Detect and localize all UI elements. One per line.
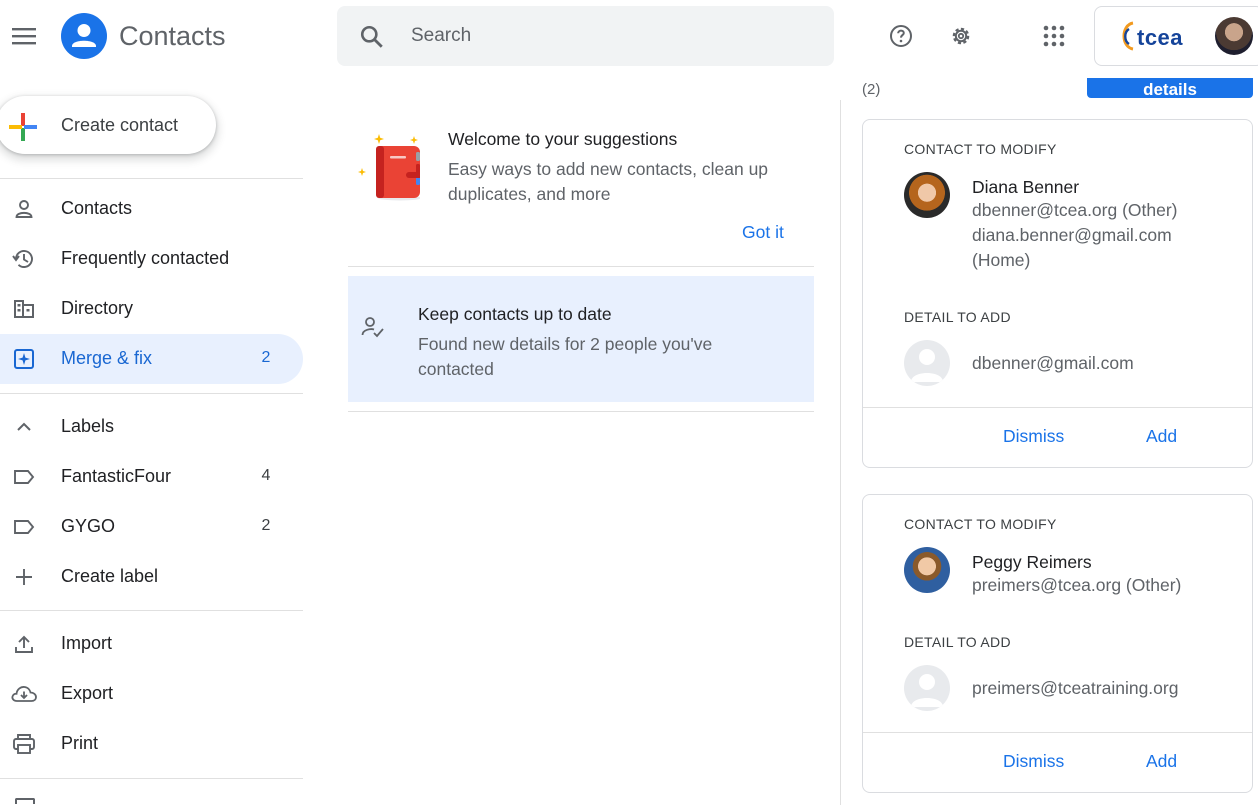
history-icon (11, 247, 37, 271)
contact-to-modify-label: CONTACT TO MODIFY (904, 516, 1057, 532)
labels-header: Labels (61, 416, 115, 436)
label-count-badge: 4 (261, 467, 271, 484)
apps-button[interactable] (1036, 18, 1072, 54)
create-label-button[interactable]: Create label (0, 552, 303, 602)
card-divider (863, 407, 1252, 408)
sidebar-item-export[interactable]: Export (0, 669, 303, 719)
sidebar-item-label: GYGO (61, 516, 116, 536)
default-avatar-icon (904, 665, 950, 711)
panel-separator (840, 100, 841, 805)
label-icon (11, 465, 37, 489)
building-icon (11, 297, 37, 321)
suggestion-card: CONTACT TO MODIFY Peggy Reimers preimers… (862, 494, 1253, 793)
contact-photo (904, 172, 950, 218)
plus-icon (9, 113, 37, 141)
plus-icon (11, 565, 37, 589)
contact-email-line: dbenner@tcea.org (Other) (972, 200, 1178, 220)
middle-divider (348, 266, 814, 267)
person-icon (11, 197, 37, 221)
label-icon (11, 515, 37, 539)
details-button[interactable]: details (1087, 78, 1253, 98)
welcome-suggestions-card: Welcome to your suggestions Easy ways to… (348, 118, 814, 266)
merge-fix-count-badge: 2 (261, 349, 271, 366)
help-button[interactable] (883, 18, 919, 54)
add-button[interactable]: Add (1146, 426, 1177, 447)
dismiss-button[interactable]: Dismiss (1003, 751, 1064, 772)
sidebar-item-label: Contacts (61, 198, 133, 218)
detail-to-add-label: DETAIL TO ADD (904, 309, 1011, 325)
more-icon[interactable] (15, 798, 35, 804)
menu-icon (12, 28, 36, 45)
sidebar-item-label: Print (61, 733, 99, 753)
upload-icon (11, 632, 37, 656)
account-switcher[interactable]: tcea (1094, 6, 1258, 66)
contact-to-modify-label: CONTACT TO MODIFY (904, 141, 1057, 157)
create-contact-label: Create contact (61, 115, 179, 135)
contact-name: Diana Benner (972, 177, 1080, 197)
labels-header-toggle[interactable]: Labels (0, 402, 303, 452)
app-title[interactable]: Contacts (119, 21, 226, 52)
sidebar-divider (0, 178, 303, 179)
notebook-illustration-icon (358, 134, 420, 201)
sidebar-item-label: Merge & fix (61, 348, 153, 368)
middle-divider (348, 411, 814, 412)
sidebar-item-label: Import (61, 633, 113, 653)
sidebar-divider (0, 610, 303, 611)
search-bar[interactable] (337, 6, 834, 66)
create-contact-button[interactable]: Create contact (0, 96, 216, 154)
sidebar-item-label: Create label (61, 566, 159, 586)
contact-email-line: diana.benner@gmail.com (972, 225, 1172, 245)
contact-photo (904, 547, 950, 593)
uptodate-title: Keep contacts up to date (418, 304, 612, 324)
contact-email-line: preimers@tcea.org (Other) (972, 575, 1182, 595)
sidebar-divider (0, 393, 303, 394)
sidebar-item-label: Export (61, 683, 114, 703)
label-count-badge: 2 (261, 517, 271, 534)
sidebar-item-import[interactable]: Import (0, 619, 303, 669)
detail-to-add-value: dbenner@gmail.com (972, 353, 1134, 373)
sidebar-item-contacts[interactable]: Contacts (0, 184, 303, 234)
dismiss-button[interactable]: Dismiss (1003, 426, 1064, 447)
add-button[interactable]: Add (1146, 751, 1177, 772)
got-it-button[interactable]: Got it (742, 222, 784, 243)
sidebar-item-label: Directory (61, 298, 134, 318)
search-input[interactable] (411, 22, 811, 50)
settings-icon (952, 27, 970, 45)
welcome-title: Welcome to your suggestions (448, 129, 678, 149)
default-avatar-icon (904, 340, 950, 386)
sidebar-item-label-gygo[interactable]: GYGO 2 (0, 502, 303, 552)
sidebar-item-label: Frequently contacted (61, 248, 230, 268)
contact-name: Peggy Reimers (972, 552, 1092, 572)
contact-email-line: (Home) (972, 250, 1031, 270)
uptodate-description: Found new details for 2 people you've co… (418, 334, 713, 379)
settings-button[interactable] (943, 18, 979, 54)
sidebar-item-label-fantasticfour[interactable]: FantasticFour 4 (0, 452, 303, 502)
sidebar-item-print[interactable]: Print (0, 719, 303, 769)
sidebar-item-frequently-contacted[interactable]: Frequently contacted (0, 234, 303, 284)
print-icon (11, 732, 37, 756)
keep-contacts-up-to-date-item[interactable]: Keep contacts up to date Found new detai… (348, 276, 814, 402)
search-icon[interactable] (359, 24, 385, 50)
sidebar-item-merge-fix[interactable]: Merge & fix 2 (0, 334, 303, 384)
cloud-download-icon (11, 682, 37, 706)
sidebar-item-directory[interactable]: Directory (0, 284, 303, 334)
detail-to-add-value: preimers@tceatraining.org (972, 678, 1179, 698)
sidebar-divider (0, 778, 303, 779)
chevron-up-icon (11, 415, 37, 439)
merge-fix-icon (11, 347, 37, 371)
suggestion-card: CONTACT TO MODIFY Diana Benner dbenner@t… (862, 119, 1253, 468)
contacts-logo-icon[interactable] (61, 13, 107, 59)
suggestion-count: (2) (862, 81, 881, 98)
main-menu-button[interactable] (4, 16, 44, 56)
welcome-description: Easy ways to add new contacts, clean up … (448, 159, 769, 204)
help-icon (890, 25, 912, 47)
sidebar-item-label: FantasticFour (61, 466, 172, 486)
person-check-icon (361, 317, 384, 338)
detail-to-add-label: DETAIL TO ADD (904, 634, 1011, 650)
card-divider (863, 732, 1252, 733)
app-header: Contacts tcea (0, 0, 1258, 72)
account-avatar[interactable] (1215, 17, 1253, 55)
apps-icon (1043, 25, 1065, 47)
org-name: tcea (1137, 25, 1184, 50)
